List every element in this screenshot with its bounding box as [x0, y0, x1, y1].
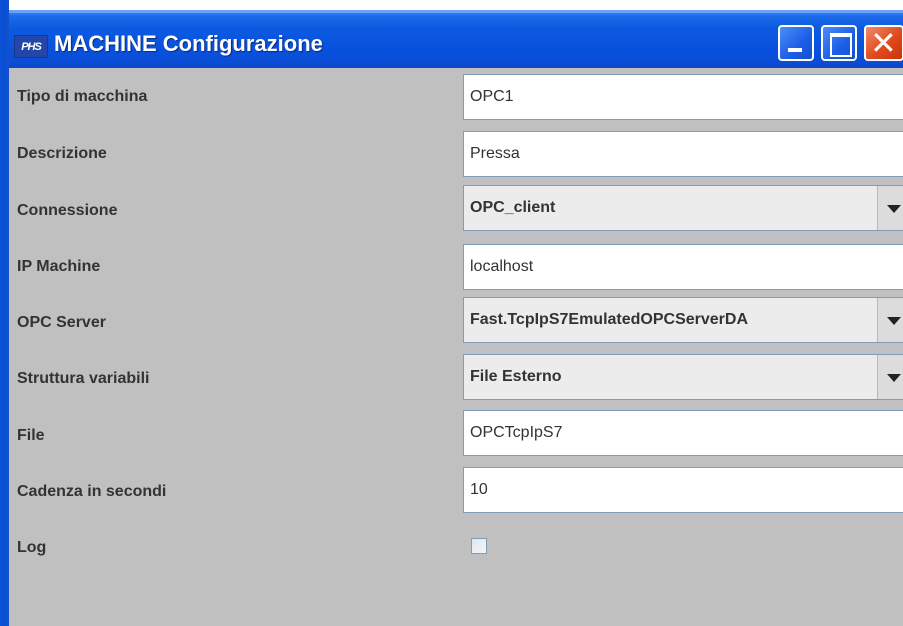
descrizione-field[interactable]: Pressa	[463, 131, 903, 177]
configuration-window: PHS MACHINE Configurazione ✕ Tipo di mac…	[0, 0, 903, 626]
file-field[interactable]: OPCTcpIpS7	[463, 410, 903, 456]
minimize-icon	[788, 48, 802, 52]
opc-server-label: OPC Server	[17, 314, 106, 331]
struttura-variabili-value: File Esterno	[470, 368, 562, 385]
file-label: File	[17, 427, 45, 444]
chevron-down-icon	[887, 374, 901, 382]
struttura-variabili-dropdown-button[interactable]	[877, 355, 903, 399]
opc-server-dropdown[interactable]: Fast.TcpIpS7EmulatedOPCServerDA	[463, 297, 903, 343]
struttura-variabili-dropdown[interactable]: File Esterno	[463, 354, 903, 400]
title-bar-highlight	[0, 10, 903, 13]
window-title: MACHINE Configurazione	[54, 31, 323, 56]
connessione-label: Connessione	[17, 202, 118, 219]
tipo-macchina-label: Tipo di macchina	[17, 88, 148, 105]
minimize-button[interactable]	[778, 25, 814, 61]
app-icon: PHS	[14, 35, 48, 58]
opc-server-value: Fast.TcpIpS7EmulatedOPCServerDA	[470, 311, 749, 328]
chevron-down-icon	[887, 317, 901, 325]
ip-machine-label: IP Machine	[17, 258, 101, 275]
window-left-border	[0, 0, 9, 626]
cadenza-field[interactable]: 10	[463, 467, 903, 513]
connessione-dropdown-button[interactable]	[877, 186, 903, 230]
close-icon: ✕	[870, 24, 897, 62]
connessione-value: OPC_client	[470, 199, 556, 216]
maximize-icon	[830, 33, 852, 57]
ip-machine-field[interactable]: localhost	[463, 244, 903, 290]
descrizione-label: Descrizione	[17, 145, 107, 162]
tipo-macchina-field[interactable]: OPC1	[463, 74, 903, 120]
maximize-button[interactable]	[821, 25, 857, 61]
log-label: Log	[17, 539, 47, 556]
cadenza-label: Cadenza in secondi	[17, 483, 167, 500]
log-checkbox[interactable]	[471, 538, 487, 554]
opc-server-dropdown-button[interactable]	[877, 298, 903, 342]
chevron-down-icon	[887, 205, 901, 213]
close-button[interactable]: ✕	[864, 25, 903, 61]
title-bar[interactable]: PHS MACHINE Configurazione ✕	[0, 0, 903, 68]
connessione-dropdown[interactable]: OPC_client	[463, 185, 903, 231]
struttura-variabili-label: Struttura variabili	[17, 370, 150, 387]
